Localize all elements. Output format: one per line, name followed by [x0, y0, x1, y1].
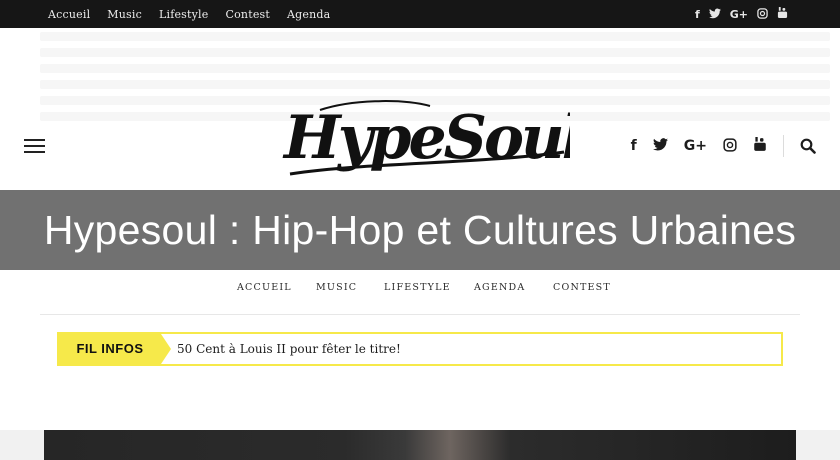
page-title: Hypesoul : Hip-Hop et Cultures Urbaines	[43, 207, 797, 253]
google-plus-icon[interactable]: G+	[684, 139, 707, 153]
top-nav-music[interactable]: Music	[107, 8, 142, 21]
header-background-texture	[40, 48, 830, 57]
main-nav-accueil[interactable]: ACCUEIL	[237, 282, 292, 293]
hypesoul-logo: HypeSoul	[282, 100, 587, 176]
ticker-arrow	[161, 334, 171, 364]
main-nav-lifestyle[interactable]: LIFESTYLE	[384, 282, 451, 293]
header-divider	[783, 135, 784, 157]
main-nav-agenda[interactable]: AGENDA	[474, 282, 525, 293]
header-social-links: f G+	[631, 135, 816, 157]
top-nav-accueil[interactable]: Accueil	[48, 8, 90, 21]
main-nav: ACCUEIL MUSIC LIFESTYLE AGENDA CONTEST	[0, 282, 840, 298]
hamburger-menu-icon[interactable]	[24, 139, 45, 153]
top-bar: Accueil Music Lifestyle Contest Agenda f…	[0, 0, 840, 28]
twitter-icon[interactable]	[652, 138, 668, 154]
facebook-icon[interactable]: f	[631, 139, 637, 153]
facebook-icon[interactable]: f	[695, 9, 700, 20]
top-nav-contest[interactable]: Contest	[225, 8, 270, 21]
top-nav: Accueil Music Lifestyle Contest Agenda	[48, 0, 330, 28]
youtube-icon[interactable]	[777, 7, 788, 21]
header-background-texture	[40, 80, 830, 89]
twitter-icon[interactable]	[708, 7, 721, 21]
featured-image[interactable]	[44, 430, 796, 460]
ticker-label: FIL INFOS	[59, 334, 161, 364]
main-nav-contest[interactable]: CONTEST	[553, 282, 611, 293]
news-ticker: FIL INFOS 50 Cent à Louis II pour fêter …	[57, 332, 783, 366]
google-plus-icon[interactable]: G+	[730, 9, 748, 20]
top-social-links: f G+	[695, 0, 788, 28]
instagram-icon[interactable]	[757, 7, 768, 21]
top-nav-lifestyle[interactable]: Lifestyle	[159, 8, 209, 21]
ticker-headline[interactable]: 50 Cent à Louis II pour fêter le titre!	[177, 334, 401, 364]
search-icon[interactable]	[800, 138, 816, 154]
featured-image-area	[0, 430, 840, 460]
top-nav-agenda[interactable]: Agenda	[287, 8, 330, 21]
youtube-icon[interactable]	[753, 137, 767, 155]
site-logo[interactable]: HypeSoul	[280, 92, 587, 184]
page-title-banner: Hypesoul : Hip-Hop et Cultures Urbaines	[0, 190, 840, 270]
nav-divider	[40, 314, 800, 315]
main-nav-music[interactable]: MUSIC	[316, 282, 357, 293]
header-background-texture	[40, 32, 830, 41]
header-background-texture	[40, 64, 830, 73]
instagram-icon[interactable]	[723, 137, 737, 155]
